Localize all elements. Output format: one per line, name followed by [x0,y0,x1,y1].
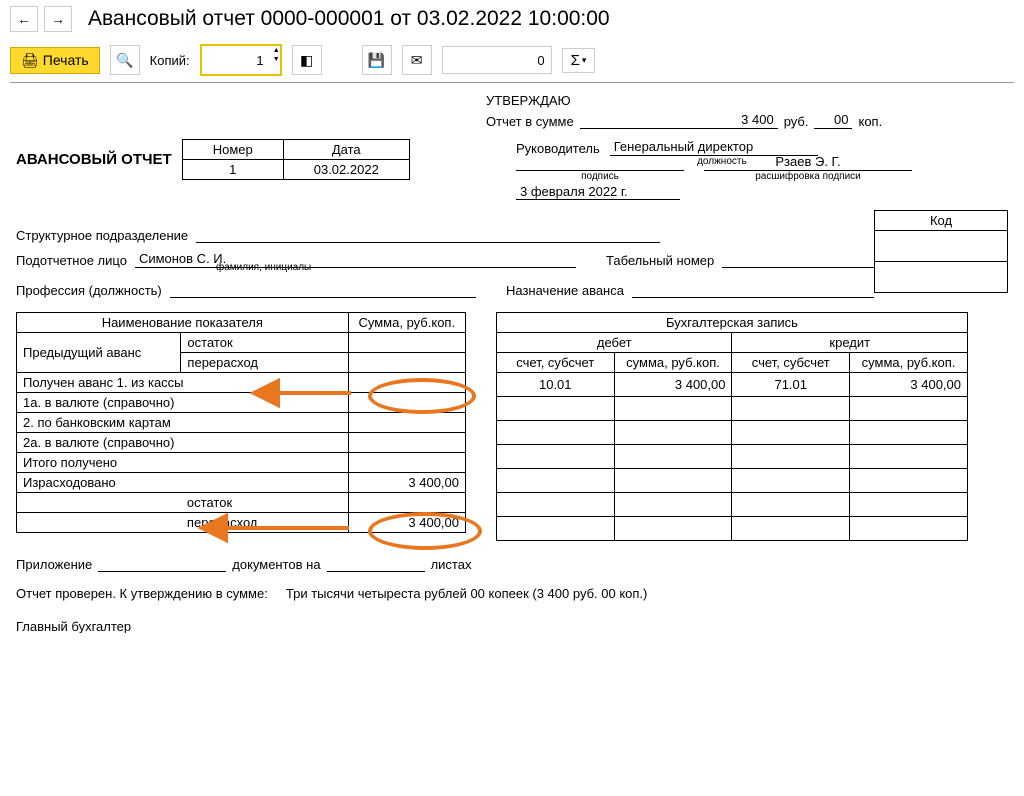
rt-d-acc: 10.01 [497,373,615,397]
rt-c-acc-h: счет, субсчет [732,353,850,373]
doc-number: 1 [182,160,283,180]
sigma-icon: Σ [571,52,580,69]
print-button[interactable]: Печать [10,47,100,74]
preview-button[interactable]: 🔍 [110,45,140,75]
person-label: Подотчетное лицо [16,253,127,268]
code-label: Код [875,211,1008,231]
purpose-label: Назначение аванса [506,283,624,298]
rt-d-acc-h: счет, субсчет [497,353,615,373]
lt-total-recv: Итого получено [17,453,349,473]
approve-title: УТВЕРЖДАЮ [486,93,1008,108]
summary-words: Три тысячи четыреста рублей 00 копеек (3… [286,586,647,601]
rt-d-sum: 3 400,00 [614,373,732,397]
kop-label: коп. [858,114,882,129]
settings-button[interactable]: ◧ [292,45,322,75]
lt-curr2: 2а. в валюте (справочно) [17,433,349,453]
num-date-table: НомерДата 103.02.2022 [182,139,410,180]
prof-label: Профессия (должность) [16,283,162,298]
summary-prefix: Отчет проверен. К утверждению в сумме: [16,586,268,601]
subdiv-label: Структурное подразделение [16,228,188,243]
window-title: Авансовый отчет 0000-000001 от 03.02.202… [88,7,610,31]
approve-sum-label: Отчет в сумме [486,114,574,129]
nav-back-button[interactable]: ← [10,6,38,32]
approve-date: 3 февраля 2022 г. [516,184,680,200]
sig-caption: подпись [516,171,684,182]
attach-docs: документов на [232,557,320,572]
lt-over2: перерасход [181,513,348,533]
manager-decode: Рзаев Э. Г. [704,154,912,171]
decode-caption: расшифровка подписи [704,171,912,182]
save-button[interactable]: 💾 [362,45,392,75]
lt-curr1: 1а. в валюте (справочно) [17,393,349,413]
person-value: Симонов С. И. [135,251,576,268]
rt-c-sum-h: сумма, руб.коп. [850,353,968,373]
sigma-button[interactable]: Σ▾ [562,48,596,73]
rt-c-acc: 71.01 [732,373,850,397]
rt-head: Бухгалтерская запись [497,313,968,333]
lt-over: перерасход [181,353,348,373]
code-box: Код [874,210,1008,293]
cutoff-text: Главный бухгалтер [16,619,1008,633]
page-number-input[interactable] [442,46,552,74]
lt-spent-val: 3 400,00 [348,473,465,493]
lt-sum-head: Сумма, руб.коп. [348,313,465,333]
chevron-down-icon: ▾ [582,55,587,66]
lt-bank: 2. по банковским картам [17,413,349,433]
num-header: Номер [182,140,283,160]
doc-title: АВАНСОВЫЙ ОТЧЕТ [16,151,172,168]
lt-over2-val: 3 400,00 [348,513,465,533]
doc-date: 03.02.2022 [283,160,409,180]
approve-sum-kop: 00 [814,112,852,129]
lt-recv-cash: Получен аванс 1. из кассы [17,373,349,393]
lt-remain: остаток [181,333,348,353]
tabnum-label: Табельный номер [606,253,714,268]
rt-c-sum: 3 400,00 [850,373,968,397]
attach-label: Приложение [16,557,92,572]
indicators-table: Наименование показателя Сумма, руб.коп. … [16,312,466,533]
lt-name-head: Наименование показателя [17,313,349,333]
accounting-table: Бухгалтерская запись дебет кредит счет, … [496,312,968,541]
print-label: Печать [43,52,89,68]
copies-input[interactable] [200,44,282,76]
email-button[interactable]: ✉ [402,45,432,75]
approve-sum-rub: 3 400 [580,112,778,129]
rt-debit: дебет [497,333,732,353]
lt-remain2: остаток [181,493,348,513]
date-header: Дата [283,140,409,160]
rt-d-sum-h: сумма, руб.коп. [614,353,732,373]
rt-credit: кредит [732,333,968,353]
lt-prev: Предыдущий аванс [17,333,181,373]
copies-label: Копий: [150,53,190,68]
rub-label: руб. [784,114,809,129]
lt-spent: Израсходовано [17,473,349,493]
lt-recv-cash-sum [348,373,465,393]
copies-spinner[interactable]: ▲▼ [273,46,280,64]
nav-forward-button[interactable]: → [44,6,72,32]
attach-sheets: листах [431,557,472,572]
